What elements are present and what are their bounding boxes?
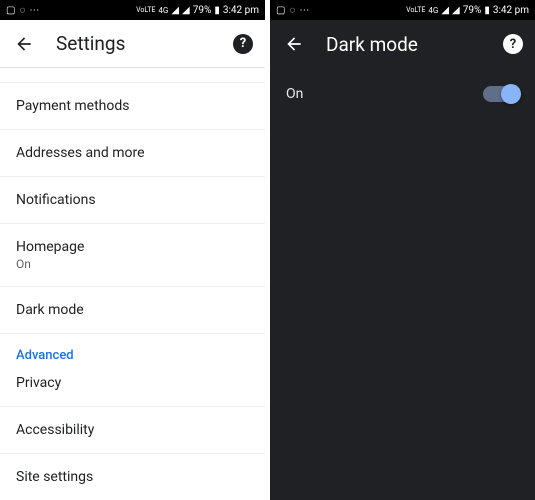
signal-icon: ◢ <box>182 5 190 16</box>
list-item-homepage[interactable]: Homepage On <box>0 224 265 287</box>
battery-icon: ▮ <box>214 5 220 16</box>
page-title: Settings <box>56 32 233 55</box>
clock: 3:42 pm <box>493 5 529 16</box>
toggle-row[interactable]: On <box>270 68 535 120</box>
list-item-accessibility[interactable]: Accessibility <box>0 407 265 454</box>
list-item-label: Homepage <box>16 239 249 255</box>
more-icon: ⋯ <box>29 5 39 16</box>
list-item-label: Privacy <box>16 375 249 391</box>
list-item-addresses[interactable]: Addresses and more <box>0 130 265 177</box>
volte-indicator: VoLTE <box>406 6 425 14</box>
image-icon: ▢ <box>276 5 285 16</box>
list-item[interactable]: Passwords <box>0 68 265 83</box>
volte-indicator: VoLTE <box>136 6 155 14</box>
help-button[interactable]: ? <box>503 34 523 54</box>
signal-icon: ◢ <box>452 5 460 16</box>
section-header-advanced: Advanced <box>0 334 265 367</box>
back-button[interactable] <box>12 32 36 56</box>
list-item-notifications[interactable]: Notifications <box>0 177 265 224</box>
back-button[interactable] <box>282 32 306 56</box>
notif-icon: ◌ <box>19 5 25 16</box>
list-item-label: Site settings <box>16 469 249 485</box>
toggle-thumb <box>501 84 521 104</box>
list-item-label: Addresses and more <box>16 145 249 161</box>
question-icon: ? <box>240 36 246 51</box>
darkmode-screen: ▢ ◌ ⋯ VoLTE 4G ◢ ◢ 79% ▮ 3:42 pm Dark mo… <box>270 0 535 500</box>
network-indicator: 4G <box>428 6 438 15</box>
image-icon: ▢ <box>6 5 15 16</box>
list-item-label: Notifications <box>16 192 249 208</box>
list-item-privacy[interactable]: Privacy <box>0 367 265 407</box>
app-bar: Dark mode ? <box>270 20 535 68</box>
list-item-label: Payment methods <box>16 98 249 114</box>
status-bar: ▢ ◌ ⋯ VoLTE 4G ◢ ◢ 79% ▮ 3:42 pm <box>270 0 535 20</box>
arrow-left-icon <box>284 34 304 54</box>
help-button[interactable]: ? <box>233 34 253 54</box>
list-item-sub: On <box>16 257 249 271</box>
app-bar: Settings ? <box>0 20 265 68</box>
question-icon: ? <box>510 37 516 52</box>
signal-icon: ◢ <box>441 5 449 16</box>
list-item-darkmode[interactable]: Dark mode <box>0 287 265 334</box>
network-indicator: 4G <box>158 6 168 15</box>
signal-icon: ◢ <box>171 5 179 16</box>
clock: 3:42 pm <box>223 5 259 16</box>
status-bar: ▢ ◌ ⋯ VoLTE 4G ◢ ◢ 79% ▮ 3:42 pm <box>0 0 265 20</box>
notif-icon: ◌ <box>289 5 295 16</box>
list-item-payment[interactable]: Payment methods <box>0 83 265 130</box>
battery-percent: 79% <box>193 5 212 16</box>
page-title: Dark mode <box>326 33 503 56</box>
list-item-site-settings[interactable]: Site settings <box>0 454 265 500</box>
arrow-left-icon <box>14 34 34 54</box>
settings-list: Passwords Payment methods Addresses and … <box>0 68 265 500</box>
darkmode-toggle[interactable] <box>483 86 519 102</box>
battery-icon: ▮ <box>484 5 490 16</box>
settings-screen: ▢ ◌ ⋯ VoLTE 4G ◢ ◢ 79% ▮ 3:42 pm Setting… <box>0 0 265 500</box>
list-item-label: Dark mode <box>16 302 249 318</box>
list-item-label: Accessibility <box>16 422 249 438</box>
more-icon: ⋯ <box>299 5 309 16</box>
toggle-label: On <box>286 86 303 102</box>
battery-percent: 79% <box>463 5 482 16</box>
